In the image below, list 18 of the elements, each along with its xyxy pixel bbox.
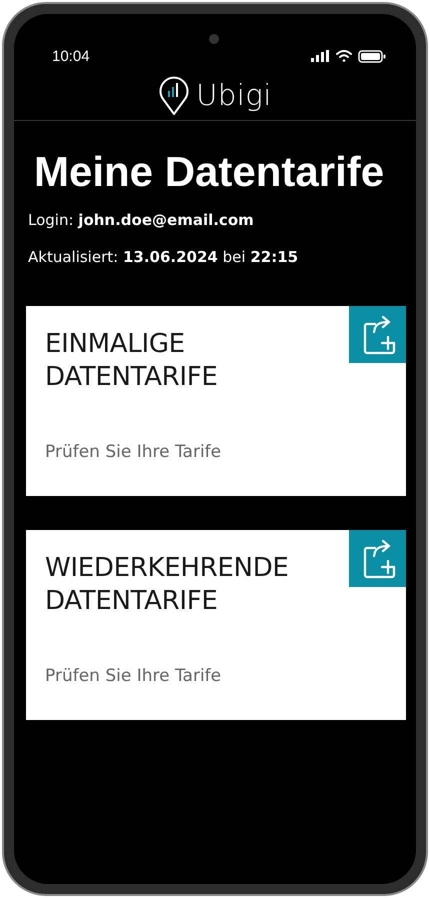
map-pin-signal-icon: [158, 74, 190, 116]
add-button[interactable]: [349, 306, 406, 363]
tariff-card[interactable]: EINMALIGE DATENTARIFE Prüfen Sie Ihre Tarife: [26, 306, 406, 496]
card-title: EINMALIGE DATENTARIFE: [45, 328, 219, 394]
add-button[interactable]: [349, 530, 406, 587]
card-subtitle: Prüfen Sie Ihre Tarife: [45, 666, 222, 686]
page-title: Meine Datentarife: [34, 147, 386, 197]
update-info: Aktualisiert: 13.06.2024 bei 22:15: [28, 247, 300, 268]
logo-text: Ubigi: [196, 78, 272, 112]
card-subtitle: Prüfen Sie Ihre Tarife: [45, 442, 222, 462]
camera-dot: [209, 34, 219, 44]
tariff-card[interactable]: WIEDERKEHRENDE DATENTARIFE Prüfen Sie Ihre Tarife: [26, 530, 406, 720]
login-info: Login: john.doe@email.com: [28, 210, 255, 231]
battery-icon: [358, 50, 386, 62]
signal-icon: [311, 50, 330, 62]
wifi-icon: [336, 50, 352, 62]
card-title: WIEDERKEHRENDE DATENTARIFE: [45, 552, 290, 618]
status-time: 10:04: [52, 48, 90, 64]
